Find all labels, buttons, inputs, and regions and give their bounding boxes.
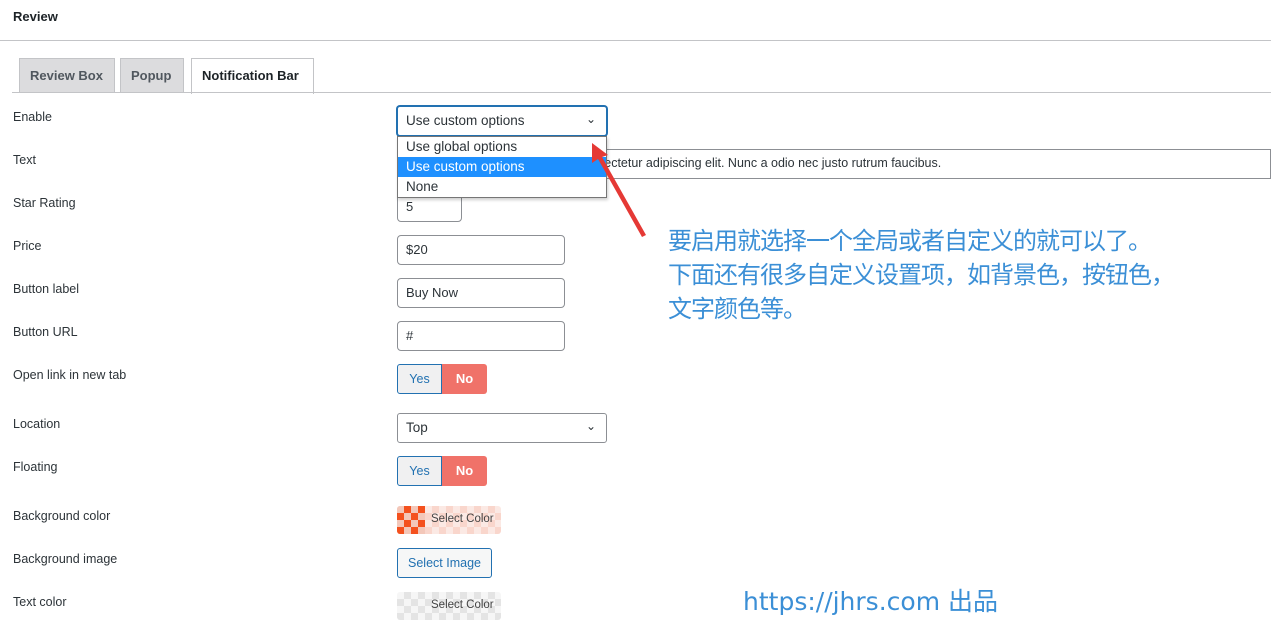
page-title: Review xyxy=(13,9,58,24)
text-label: Text xyxy=(13,153,36,167)
open-new-tab-toggle: Yes No xyxy=(397,364,487,394)
chevron-down-icon: ⌄ xyxy=(585,112,596,126)
tab-popup[interactable]: Popup xyxy=(120,58,184,93)
color-swatch xyxy=(397,506,425,534)
enable-dropdown-list: Use global options Use custom options No… xyxy=(397,136,607,198)
background-color-picker[interactable]: Select Color xyxy=(397,506,501,534)
option-global[interactable]: Use global options xyxy=(398,137,606,157)
location-value: Top xyxy=(406,420,428,435)
floating-no[interactable]: No xyxy=(442,456,487,486)
text-color-label: Text color xyxy=(13,595,67,609)
price-label: Price xyxy=(13,239,42,253)
option-custom[interactable]: Use custom options xyxy=(398,157,606,177)
location-label: Location xyxy=(13,417,61,431)
text-color-picker[interactable]: Select Color xyxy=(397,592,501,620)
select-color-text: Select Color xyxy=(431,513,494,525)
floating-yes[interactable]: Yes xyxy=(397,456,442,486)
select-image-button[interactable]: Select Image xyxy=(397,548,492,578)
star-rating-label: Star Rating xyxy=(13,196,76,210)
tab-notification-bar[interactable]: Notification Bar xyxy=(191,58,314,94)
open-new-tab-no[interactable]: No xyxy=(442,364,487,394)
button-label-label: Button label xyxy=(13,282,80,296)
floating-toggle: Yes No xyxy=(397,456,487,486)
annotation-line: 下面还有很多自定义设置项，如背景色，按钮色， xyxy=(668,261,1175,289)
background-image-label: Background image xyxy=(13,552,118,566)
enable-select[interactable]: Use custom options ⌄ xyxy=(397,106,607,136)
open-new-tab-yes[interactable]: Yes xyxy=(397,364,442,394)
open-new-tab-label: Open link in new tab xyxy=(13,368,127,382)
select-color-text: Select Color xyxy=(431,599,494,611)
enable-value: Use custom options xyxy=(406,113,525,128)
annotation-line: 要启用就选择一个全局或者自定义的就可以了。 xyxy=(668,227,1152,255)
option-none[interactable]: None xyxy=(398,177,606,197)
tab-review-box[interactable]: Review Box xyxy=(19,58,115,93)
chevron-down-icon: ⌄ xyxy=(585,419,596,433)
location-select[interactable]: Top ⌄ xyxy=(397,413,607,443)
background-color-label: Background color xyxy=(13,509,111,523)
arrow-annotation-icon xyxy=(592,143,646,237)
button-url-input[interactable]: # xyxy=(397,321,565,351)
annotation-note: 要启用就选择一个全局或者自定义的就可以了。 下面还有很多自定义设置项，如背景色，… xyxy=(668,224,1175,326)
tab-divider xyxy=(12,92,1271,93)
credit-watermark: https://jhrs.com 出品 xyxy=(743,587,998,616)
price-input[interactable]: $20 xyxy=(397,235,565,265)
enable-label: Enable xyxy=(13,110,52,124)
floating-label: Floating xyxy=(13,460,58,474)
annotation-line: 文字颜色等。 xyxy=(668,295,807,323)
button-label-input[interactable]: Buy Now xyxy=(397,278,565,308)
page-header: Review xyxy=(0,0,1271,41)
button-url-label: Button URL xyxy=(13,325,78,339)
